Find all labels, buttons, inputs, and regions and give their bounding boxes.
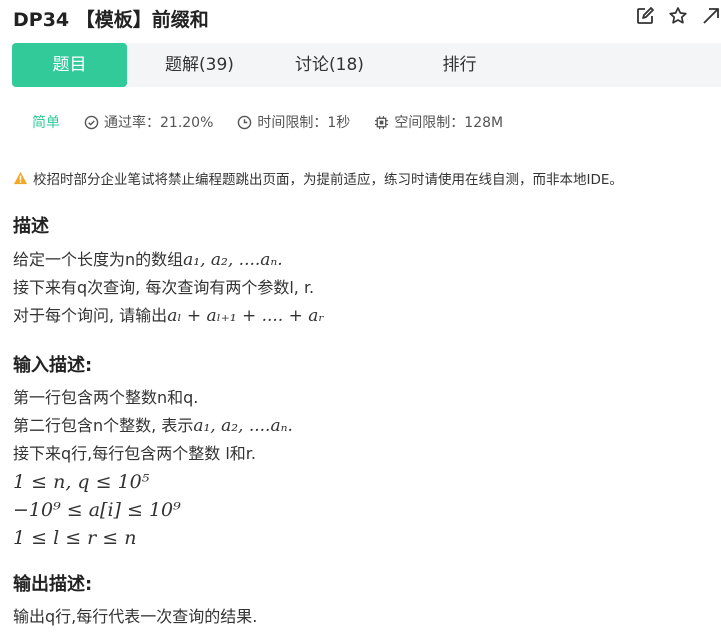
tab-discussion[interactable]: 讨论(18): [272, 43, 387, 87]
exam-notice: 校招时部分企业笔试将禁止编程题跳出页面，为提前适应，练习时请使用在线自测，而非本…: [13, 168, 623, 188]
sum-formula: aₗ + aₗ₊₁ + .... + aᵣ: [167, 306, 325, 326]
tab-solutions[interactable]: 题解(39): [142, 43, 257, 87]
constraint-nq: 1 ≤ n, q ≤ 10⁵: [13, 471, 150, 493]
output-text-1: 输出q行,每行代表一次查询的结果.: [13, 607, 258, 626]
description-heading: 描述: [13, 216, 49, 237]
problem-title: DP34 【模板】前缀和: [13, 9, 209, 31]
constraint-lr: 1 ≤ l ≤ r ≤ n: [13, 527, 137, 549]
array-formula: a₁, a₂, ....aₙ.: [183, 250, 283, 270]
pass-rate-text: 通过率：21.20%: [104, 115, 214, 131]
star-icon[interactable]: [668, 6, 688, 26]
title-actions: [635, 6, 721, 26]
input-text-2: 第二行包含n个整数, 表示: [13, 416, 194, 435]
constraint-a: −10⁹ ≤ a[i] ≤ 10⁹: [13, 499, 181, 521]
difficulty-badge: 简单: [32, 115, 60, 131]
pass-rate: 通过率：21.20%: [84, 112, 213, 132]
problem-tabs: 题目 题解(39) 讨论(18) 排行: [12, 43, 721, 87]
notice-text: 校招时部分企业笔试将禁止编程题跳出页面，为提前适应，练习时请使用在线自测，而非本…: [33, 172, 623, 188]
memory-limit: 空间限制：128M: [374, 112, 503, 132]
output-body: 输出q行,每行代表一次查询的结果.: [13, 603, 257, 631]
tab-problem[interactable]: 题目: [12, 43, 127, 87]
share-icon[interactable]: [701, 6, 721, 26]
description-text-1: 给定一个长度为n的数组: [13, 250, 184, 269]
input-body: 第一行包含两个整数n和q. 第二行包含n个整数, 表示a₁, a₂, ....a…: [13, 384, 293, 552]
input-text-3: 接下来q行,每行包含两个整数 l和r.: [13, 444, 256, 463]
check-circle-icon: [84, 115, 99, 129]
input-text-1: 第一行包含两个整数n和q.: [13, 388, 199, 407]
clock-icon: [238, 115, 252, 129]
description-text-3: 对于每个询问, 请输出: [13, 306, 168, 325]
chip-icon: [375, 115, 389, 129]
memory-limit-text: 空间限制：128M: [394, 115, 504, 131]
input-heading: 输入描述:: [13, 355, 93, 376]
description-text-2: 接下来有q次查询, 每次查询有两个参数l, r.: [13, 278, 315, 297]
time-limit-text: 时间限制：1秒: [257, 115, 351, 131]
problem-meta: 简单 通过率：21.20% 时间限制：1秒 空间限制：128M: [32, 112, 527, 132]
tab-ranking[interactable]: 排行: [402, 43, 517, 87]
time-limit: 时间限制：1秒: [237, 112, 350, 132]
edit-icon[interactable]: [635, 6, 655, 26]
warning-icon: [13, 171, 28, 185]
output-heading: 输出描述:: [13, 574, 93, 595]
input-array-formula: a₁, a₂, ....aₙ.: [193, 416, 293, 436]
description-body: 给定一个长度为n的数组a₁, a₂, ....aₙ. 接下来有q次查询, 每次查…: [13, 246, 324, 330]
title-row: DP34 【模板】前缀和: [13, 0, 721, 34]
